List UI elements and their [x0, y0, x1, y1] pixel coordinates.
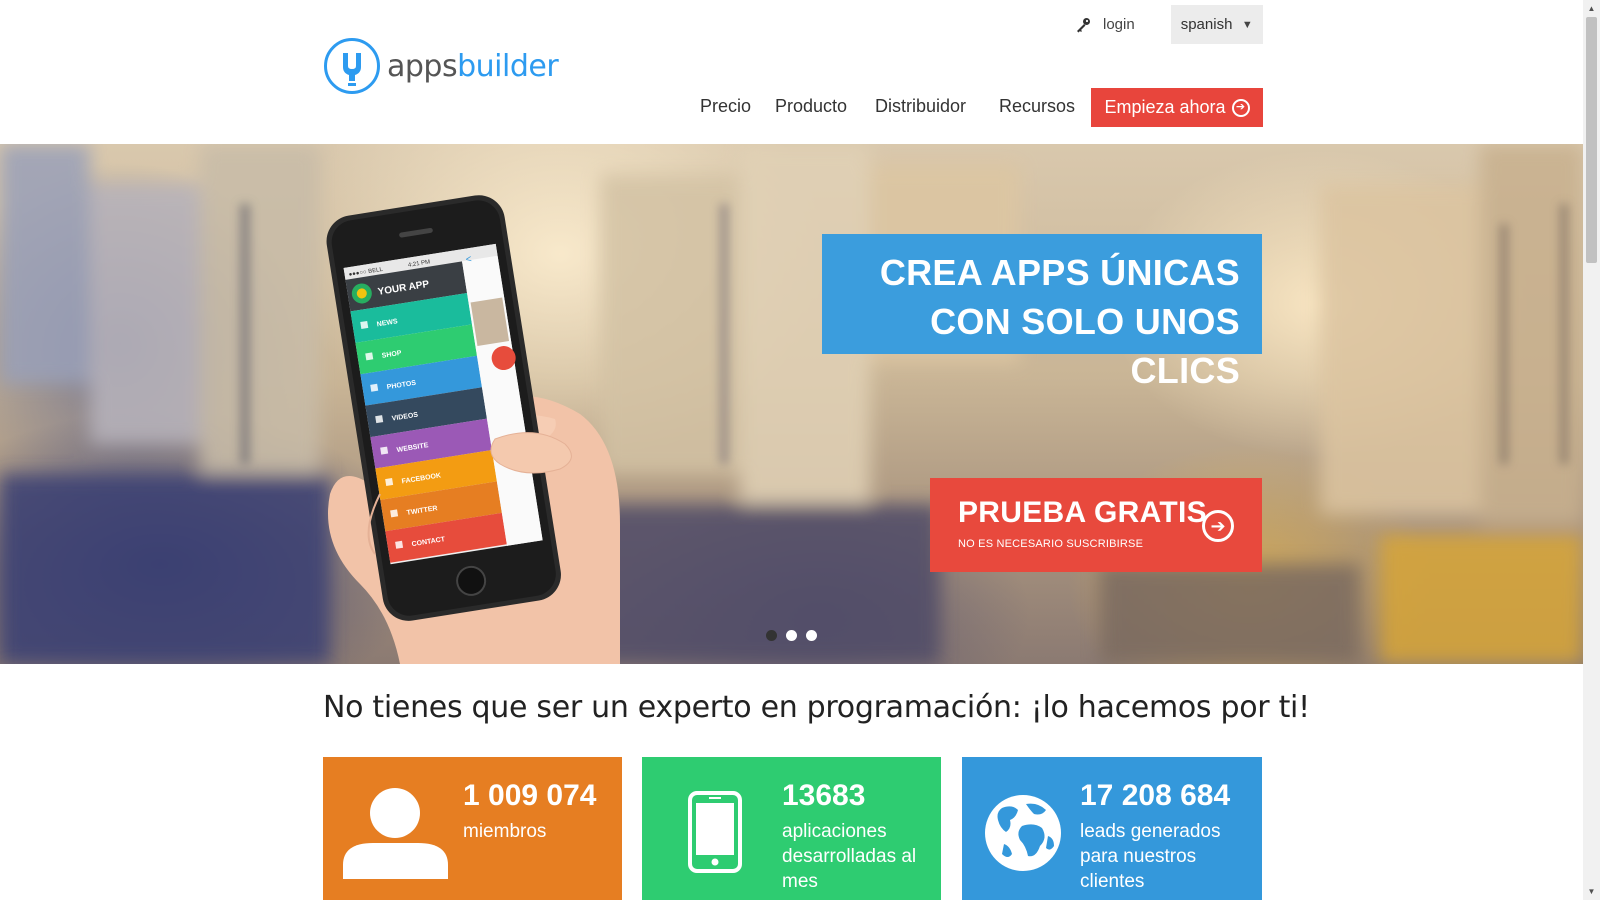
login-link[interactable]: login — [1075, 16, 1135, 33]
stat-card-apps: 13683 aplicaciones desarrolladas al mes — [642, 757, 941, 900]
stat-leads-label: leads generados para nuestros clientes — [1080, 819, 1221, 894]
scroll-down-arrow-icon[interactable]: ▼ — [1583, 883, 1600, 900]
scrollbar-thumb[interactable] — [1586, 17, 1597, 263]
caret-down-icon: ▼ — [1241, 18, 1253, 31]
start-now-label: Empieza ahora — [1104, 97, 1226, 117]
stat-apps-number: 13683 — [782, 779, 866, 812]
key-icon — [1077, 17, 1090, 32]
stat-leads-label-line: leads generados — [1080, 821, 1221, 842]
stat-apps-label: aplicaciones desarrolladas al mes — [782, 819, 916, 894]
nav-producto[interactable]: Producto — [775, 96, 847, 117]
phone-mockup: ●●●○○ BELL 4:21 PM YOUR APP NEWSSHOPPHOT… — [326, 195, 620, 664]
phone-menu-icon — [390, 509, 399, 518]
section-headline: No tienes que ser un experto en programa… — [323, 690, 1310, 725]
start-now-button[interactable]: Empieza ahora ➔ — [1091, 88, 1263, 127]
site-header: appsbuilder login spanish ▼ Precio Produ… — [0, 0, 1583, 140]
brand-name: appsbuilder — [387, 48, 559, 84]
carousel-dot-1[interactable] — [766, 630, 777, 641]
hero-background-image — [0, 144, 1583, 664]
arrow-right-circle-icon: ➔ — [1231, 98, 1250, 117]
phone-menu-icon — [375, 415, 384, 424]
stat-leads-number: 17 208 684 — [1080, 779, 1231, 812]
stat-card-members: 1 009 074 miembros — [323, 757, 622, 900]
nav-precio[interactable]: Precio — [700, 96, 751, 117]
top-bar: login spanish ▼ — [1075, 5, 1263, 44]
phone-menu-icon — [385, 477, 394, 486]
hero-carousel: ●●●○○ BELL 4:21 PM YOUR APP NEWS SHOP PHOT… — [0, 144, 1583, 664]
hero-title-line1: CREA APPS ÚNICAS — [879, 252, 1240, 293]
stat-members-label: miembros — [463, 819, 546, 844]
phone-menu-icon — [395, 540, 404, 549]
carousel-dot-3[interactable] — [806, 630, 817, 641]
bulb-logo-icon — [324, 38, 380, 94]
arrow-right-circle-icon: ➔ — [1202, 510, 1234, 542]
phone-menu-icon — [380, 446, 389, 455]
stat-apps-label-line: mes — [782, 871, 818, 892]
carousel-dot-2[interactable] — [786, 630, 797, 641]
globe-icon — [985, 795, 1061, 871]
phone-menu-icon — [370, 383, 379, 392]
hero-title: CREA APPS ÚNICAS CON SOLO UNOS CLICS — [822, 234, 1262, 391]
language-select[interactable]: spanish ▼ — [1170, 5, 1263, 44]
nav-distribuidor[interactable]: Distribuidor — [875, 96, 966, 117]
carousel-dots — [766, 630, 817, 641]
phone-menu-icon — [365, 352, 374, 361]
brand-name-apps: apps — [387, 48, 458, 84]
stat-card-leads: 17 208 684 leads generados para nuestros… — [962, 757, 1262, 900]
free-trial-button[interactable]: PRUEBA GRATIS NO ES NECESARIO SUSCRIBIRS… — [930, 478, 1262, 572]
hero-title-line2: CON SOLO UNOS CLICS — [930, 301, 1240, 391]
free-trial-label: PRUEBA GRATIS — [958, 496, 1207, 529]
main-nav: Precio Producto Distribuidor Recursos Em… — [0, 88, 1600, 128]
stat-leads-label-line: clientes — [1080, 871, 1145, 892]
stat-members-number: 1 009 074 — [463, 779, 597, 812]
user-icon — [343, 788, 448, 879]
brand-name-builder: builder — [457, 48, 559, 84]
brand-logo[interactable]: appsbuilder — [323, 37, 559, 95]
stat-apps-label-line: aplicaciones — [782, 821, 887, 842]
phone-menu-icon — [360, 320, 369, 329]
vertical-scrollbar[interactable]: ▲ ▼ — [1583, 0, 1600, 900]
login-label: login — [1103, 16, 1135, 33]
stat-leads-label-line: para nuestros — [1080, 846, 1197, 867]
nav-recursos[interactable]: Recursos — [999, 96, 1075, 117]
language-value: spanish — [1180, 16, 1233, 33]
smartphone-icon — [688, 791, 742, 873]
stat-members-label-line: miembros — [463, 821, 547, 842]
stat-apps-label-line: desarrolladas al — [782, 846, 917, 867]
free-trial-subtitle: NO ES NECESARIO SUSCRIBIRSE — [958, 538, 1144, 550]
scroll-up-arrow-icon[interactable]: ▲ — [1583, 0, 1600, 17]
